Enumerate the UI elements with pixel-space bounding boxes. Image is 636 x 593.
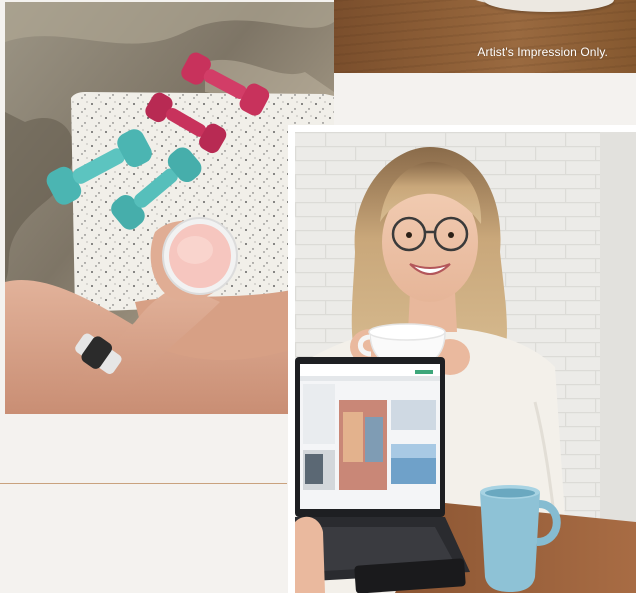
plate-edge	[484, 0, 614, 12]
dumbbells-smoothie-photo	[5, 2, 334, 414]
wood-table-photo: Artist's Impression Only.	[334, 0, 636, 73]
woman-coffee-laptop-photo	[295, 132, 636, 593]
impression-caption: Artist's Impression Only.	[477, 45, 608, 59]
section-divider	[0, 483, 287, 484]
photo-frame	[288, 125, 636, 593]
page: Artist's Impression Only.	[0, 0, 636, 593]
